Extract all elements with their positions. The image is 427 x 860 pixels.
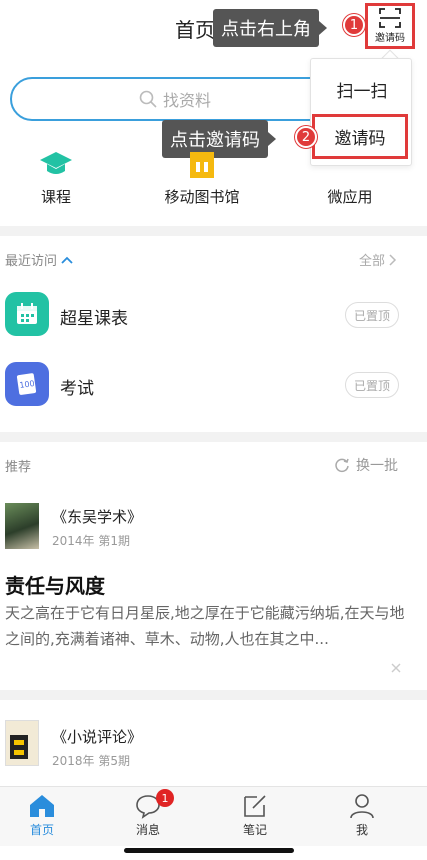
recent-item-title: 考试 bbox=[60, 379, 94, 399]
quick-entry-library[interactable]: 移动图书馆 bbox=[152, 150, 252, 207]
refresh-label: 换一批 bbox=[356, 458, 398, 474]
tab-label: 笔记 bbox=[242, 823, 267, 837]
scan-icon bbox=[379, 8, 401, 28]
apps-icon bbox=[336, 150, 364, 178]
pinned-badge: 已置顶 bbox=[345, 372, 399, 398]
tab-label: 我 bbox=[355, 823, 368, 837]
chevron-right-icon bbox=[389, 253, 397, 266]
recent-item-schedule[interactable]: 超星课表 已置顶 bbox=[5, 292, 427, 340]
tab-home[interactable]: 首页 bbox=[12, 793, 72, 838]
magazine-name: 《东吴学术》 bbox=[52, 508, 143, 526]
menu-item-scan[interactable]: 扫一扫 bbox=[311, 77, 413, 102]
recent-all-label: 全部 bbox=[359, 254, 386, 269]
section-divider bbox=[0, 432, 427, 442]
magazine-name: 《小说评论》 bbox=[52, 728, 143, 746]
scan-invite-button[interactable]: 邀请码 bbox=[365, 3, 415, 49]
magazine-issue: 2018年 第5期 bbox=[52, 754, 130, 768]
tab-label: 消息 bbox=[135, 823, 160, 837]
article-card[interactable]: 《小说评论》 2018年 第5期 bbox=[0, 718, 427, 778]
recent-item-exam[interactable]: 100 考试 已置顶 bbox=[5, 362, 427, 410]
tip-top-right-text: 点击右上角 bbox=[213, 9, 319, 47]
step-1-badge: 1 bbox=[343, 14, 365, 36]
page-title: 首页 bbox=[175, 18, 215, 42]
search-input[interactable]: 找资料 bbox=[10, 77, 340, 121]
library-building-icon bbox=[190, 152, 214, 178]
article-summary: 天之高在于它有日月星辰,地之厚在于它能藏污纳垢,在天与地之间的,充满着诸神、草木… bbox=[5, 604, 405, 648]
tab-label: 首页 bbox=[29, 823, 54, 837]
recent-all-link[interactable]: 全部 bbox=[359, 250, 397, 269]
article-card[interactable]: 《东吴学术》 2014年 第1期 责任与风度 天之高在于它有日月星辰,地之厚在于… bbox=[0, 498, 427, 658]
quick-entry-label: 移动图书馆 bbox=[164, 188, 240, 206]
graduation-cap-icon bbox=[40, 152, 72, 174]
magazine-cover-image bbox=[5, 720, 39, 766]
home-icon bbox=[30, 795, 54, 817]
quick-entry-courses[interactable]: 课程 bbox=[26, 150, 86, 207]
section-divider bbox=[0, 226, 427, 236]
chevron-up-icon bbox=[61, 256, 73, 264]
magazine-cover-image bbox=[5, 503, 39, 549]
magazine-issue: 2014年 第1期 bbox=[52, 534, 130, 548]
tab-notes[interactable]: 笔记 bbox=[225, 793, 285, 838]
refresh-button[interactable]: 换一批 bbox=[334, 455, 398, 475]
article-title: 责任与风度 bbox=[5, 574, 105, 598]
recent-header[interactable]: 最近访问 bbox=[5, 250, 73, 269]
refresh-icon bbox=[335, 458, 349, 473]
quick-entry-label: 微应用 bbox=[327, 188, 373, 206]
search-icon bbox=[139, 90, 157, 108]
exam-100-icon: 100 bbox=[5, 362, 49, 406]
tip-top-right: 点击右上角 bbox=[213, 9, 327, 47]
scan-invite-label: 邀请码 bbox=[375, 33, 405, 44]
home-indicator bbox=[124, 848, 294, 853]
tab-profile[interactable]: 我 bbox=[332, 793, 392, 838]
quick-entry-apps[interactable]: 微应用 bbox=[320, 150, 380, 207]
profile-icon bbox=[350, 794, 374, 819]
search-placeholder: 找资料 bbox=[162, 91, 211, 110]
recent-label: 最近访问 bbox=[5, 254, 58, 269]
tab-bar: 首页 消息 1 笔记 我 bbox=[0, 786, 427, 846]
quick-entry-label: 课程 bbox=[40, 188, 71, 206]
step-2-badge: 2 bbox=[295, 126, 317, 148]
close-icon[interactable] bbox=[391, 663, 401, 673]
recent-item-title: 超星课表 bbox=[60, 309, 128, 329]
tip-invite-arrow bbox=[268, 132, 276, 146]
note-icon bbox=[244, 795, 266, 817]
unread-badge: 1 bbox=[156, 789, 174, 807]
tab-messages[interactable]: 消息 1 bbox=[118, 789, 178, 838]
pinned-badge: 已置顶 bbox=[345, 302, 399, 328]
recommend-label: 推荐 bbox=[5, 460, 32, 475]
tip-top-right-arrow bbox=[319, 21, 327, 35]
calendar-icon bbox=[5, 292, 49, 336]
section-divider bbox=[0, 690, 427, 700]
